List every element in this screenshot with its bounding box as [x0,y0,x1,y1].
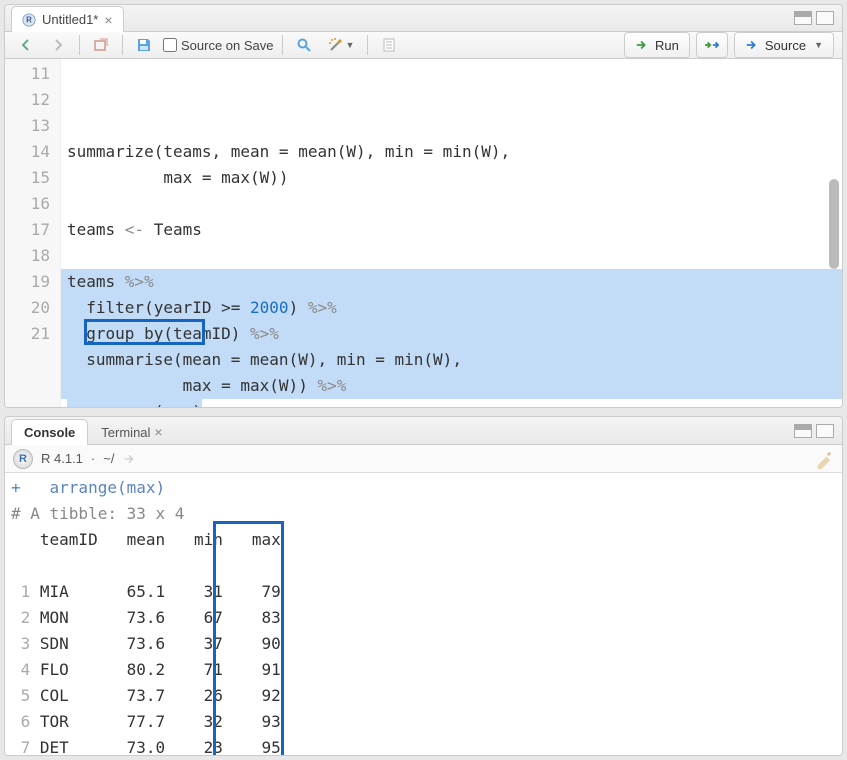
console-output[interactable]: + arrange(max)# A tibble: 33 x 4 teamID … [5,473,842,755]
editor-file-tab[interactable]: R Untitled1* × [11,6,124,32]
working-directory: ~/ [103,451,114,466]
svg-text:R: R [26,15,32,24]
source-button[interactable]: Source ▼ [734,32,834,58]
compile-report-button[interactable] [376,33,402,57]
pane-maximize-icon[interactable] [816,11,834,25]
line-number-gutter: 1112131415161718192021 [5,59,61,408]
editor-scrollbar[interactable] [828,59,840,408]
tab-console[interactable]: Console [11,419,88,445]
close-tab-icon[interactable]: × [104,13,112,27]
r-version: R 4.1.1 [41,451,83,466]
find-button[interactable] [291,33,317,57]
editor-tab-title: Untitled1* [42,12,98,27]
run-button[interactable]: Run [624,32,690,58]
pane-window-controls [794,424,842,438]
r-file-icon: R [22,13,36,27]
chevron-down-icon: ▼ [346,40,355,50]
pane-minimize-icon[interactable] [794,424,812,438]
rerun-button[interactable] [696,32,728,58]
tab-terminal[interactable]: Terminal × [88,419,175,445]
r-logo-icon: R [13,449,33,469]
wd-separator: · [91,451,95,466]
editor-pane: R Untitled1* × Source on Save [4,4,843,408]
console-pane: Console Terminal × R R 4.1.1 · ~/ + arra… [4,416,843,756]
run-label: Run [655,38,679,53]
code-tools-button[interactable]: ▼ [323,33,360,57]
source-on-save-label: Source on Save [181,38,274,53]
code-editor[interactable]: 1112131415161718192021 summarize(teams, … [5,59,842,408]
source-on-save-checkbox[interactable]: Source on Save [163,38,274,53]
save-button[interactable] [131,33,157,57]
scrollbar-thumb[interactable] [829,179,839,269]
editor-tab-bar: R Untitled1* × [5,5,842,32]
pane-minimize-icon[interactable] [794,11,812,25]
close-tab-icon[interactable]: × [154,425,162,439]
pane-window-controls [794,11,842,25]
pane-maximize-icon[interactable] [816,424,834,438]
console-header: R R 4.1.1 · ~/ [5,445,842,473]
source-on-save-input[interactable] [163,38,177,52]
console-tab-bar: Console Terminal × [5,417,842,445]
chevron-down-icon: ▼ [814,40,823,50]
source-label: Source [765,38,806,53]
back-button[interactable] [13,33,39,57]
clear-console-icon[interactable] [814,449,834,469]
forward-button[interactable] [45,33,71,57]
run-arrow-icon [635,38,649,52]
show-in-new-window-button[interactable] [88,33,114,57]
rerun-icon [703,38,721,52]
code-area[interactable]: summarize(teams, mean = mean(W), min = m… [61,59,842,408]
goto-wd-icon[interactable] [122,452,136,466]
editor-toolbar: Source on Save ▼ Run [5,32,842,59]
source-arrow-icon [745,38,759,52]
